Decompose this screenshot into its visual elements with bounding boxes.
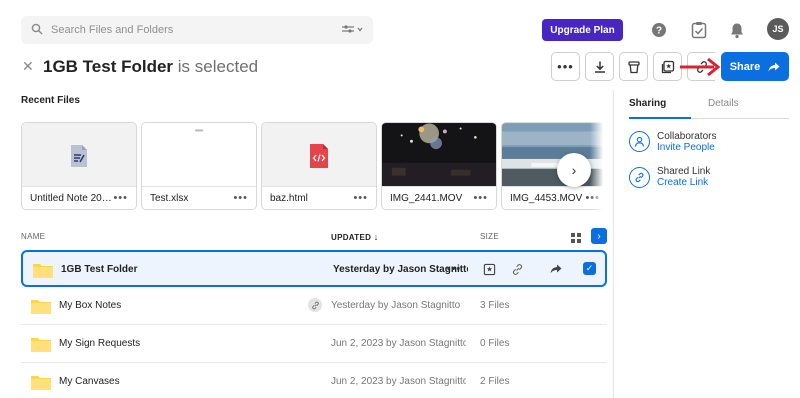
file-name: baz.html — [270, 192, 308, 204]
file-name: IMG_4453.MOV — [510, 192, 583, 204]
recent-file-card[interactable]: IMG_2441.MOV ••• — [381, 122, 497, 210]
row-size: 3 Files — [480, 300, 510, 311]
column-header-name[interactable]: NAME — [21, 232, 45, 241]
file-name: Test.xlsx — [150, 192, 189, 204]
file-more-button[interactable]: ••• — [473, 192, 488, 204]
file-more-button[interactable]: ••• — [353, 192, 368, 204]
html-file-icon — [310, 143, 328, 168]
download-icon — [594, 61, 605, 73]
tasks-clipboard-icon[interactable] — [689, 20, 709, 40]
row-size: 2 Files — [480, 376, 510, 387]
collaborated-folder-icon — [308, 298, 322, 312]
carousel-next-button[interactable]: › — [557, 153, 591, 187]
trash-icon — [627, 60, 640, 73]
recent-files-heading: Recent Files — [21, 95, 80, 106]
row-name[interactable]: 1GB Test Folder — [61, 264, 138, 275]
table-row[interactable]: My Canvases Jun 2, 2023 by Jason Stagnit… — [21, 364, 607, 398]
user-avatar[interactable]: JS — [767, 18, 789, 40]
close-icon[interactable]: ✕ — [22, 58, 34, 75]
search-icon — [31, 23, 43, 38]
notifications-bell-icon[interactable] — [727, 20, 747, 40]
ellipsis-icon: ••• — [557, 59, 574, 74]
file-thumbnail — [22, 123, 136, 188]
row-updated: Yesterday by Jason Stagnitto — [331, 300, 461, 311]
row-checkbox[interactable]: ✓ — [583, 262, 596, 275]
tab-sharing[interactable]: Sharing — [629, 98, 666, 109]
column-header-size[interactable]: SIZE — [480, 232, 499, 241]
share-label: Share — [729, 60, 761, 73]
file-thumbnail — [142, 123, 256, 188]
table-row[interactable]: My Sign Requests Jun 2, 2023 by Jason St… — [21, 326, 607, 363]
row-name[interactable]: My Canvases — [59, 376, 120, 387]
collaborators-icon — [629, 131, 650, 152]
shared-link-title: Shared Link — [657, 166, 711, 177]
search-placeholder[interactable]: Search Files and Folders — [51, 24, 341, 36]
search-bar[interactable]: Search Files and Folders — [21, 16, 373, 44]
annotation-arrow-icon — [680, 57, 721, 77]
row-more-button[interactable]: ••• — [445, 260, 463, 278]
file-thumbnail — [262, 123, 376, 188]
table-row[interactable]: 1GB Test Folder Yesterday by Jason Stagn… — [21, 250, 607, 287]
grid-view-icon[interactable] — [571, 232, 581, 246]
column-header-updated[interactable]: UPDATED ↓ — [331, 232, 379, 242]
add-to-collection-icon[interactable] — [480, 260, 498, 278]
row-name[interactable]: My Box Notes — [59, 300, 121, 311]
download-button[interactable] — [585, 52, 614, 81]
carousel-fade — [590, 118, 612, 214]
delete-button[interactable] — [619, 52, 648, 81]
expand-sidebar-button[interactable]: › — [591, 228, 607, 244]
row-size: 0 Files — [480, 338, 510, 349]
video-thumbnail — [382, 123, 496, 188]
spreadsheet-preview-icon — [195, 129, 203, 132]
filter-icon[interactable] — [341, 24, 363, 37]
row-updated: Jun 2, 2023 by Jason Stagnitto — [331, 338, 466, 349]
row-updated: Jun 2, 2023 by Jason Stagnitto — [331, 376, 466, 387]
tab-details[interactable]: Details — [708, 98, 739, 109]
folder-icon — [31, 376, 51, 390]
create-link-link[interactable]: Create Link — [657, 177, 708, 188]
upgrade-plan-button[interactable]: Upgrade Plan — [542, 19, 623, 41]
arrow-down-icon: ↓ — [373, 232, 379, 242]
selected-suffix: is selected — [177, 57, 259, 76]
svg-text:?: ? — [656, 26, 662, 37]
row-name[interactable]: My Sign Requests — [59, 338, 140, 349]
recent-file-card[interactable]: Test.xlsx ••• — [141, 122, 257, 210]
help-icon[interactable]: ? — [649, 20, 669, 40]
panel-divider — [613, 90, 614, 398]
recent-file-card[interactable]: baz.html ••• — [261, 122, 377, 210]
recent-file-card[interactable]: Untitled Note 20… ••• — [21, 122, 137, 210]
invite-people-link[interactable]: Invite People — [657, 142, 715, 153]
row-link-icon[interactable] — [508, 260, 526, 278]
file-name: IMG_2441.MOV — [390, 192, 463, 204]
folder-icon — [33, 264, 53, 278]
tab-underline — [629, 117, 789, 119]
file-name: Untitled Note 20… — [30, 192, 112, 204]
concert-video-image — [382, 123, 496, 188]
share-arrow-icon — [768, 62, 780, 71]
selected-item-name: 1GB Test Folder — [43, 57, 174, 76]
share-button[interactable]: Share — [721, 52, 789, 81]
file-more-button[interactable]: ••• — [233, 192, 248, 204]
collection-icon — [661, 60, 674, 73]
selection-title: 1GB Test Folder is selected — [43, 57, 258, 77]
box-note-icon — [71, 144, 87, 167]
shared-link-icon — [629, 167, 650, 188]
folder-icon — [31, 338, 51, 352]
folder-icon — [31, 300, 51, 314]
chevron-right-icon: › — [571, 162, 577, 178]
updated-header-label: UPDATED — [331, 233, 372, 242]
table-row[interactable]: My Box Notes Yesterday by Jason Stagnitt… — [21, 288, 607, 325]
chevron-right-icon: › — [597, 230, 601, 242]
file-more-button[interactable]: ••• — [113, 192, 128, 204]
collaborators-title: Collaborators — [657, 131, 717, 142]
row-share-icon[interactable] — [547, 260, 565, 278]
more-options-button[interactable]: ••• — [551, 52, 580, 81]
